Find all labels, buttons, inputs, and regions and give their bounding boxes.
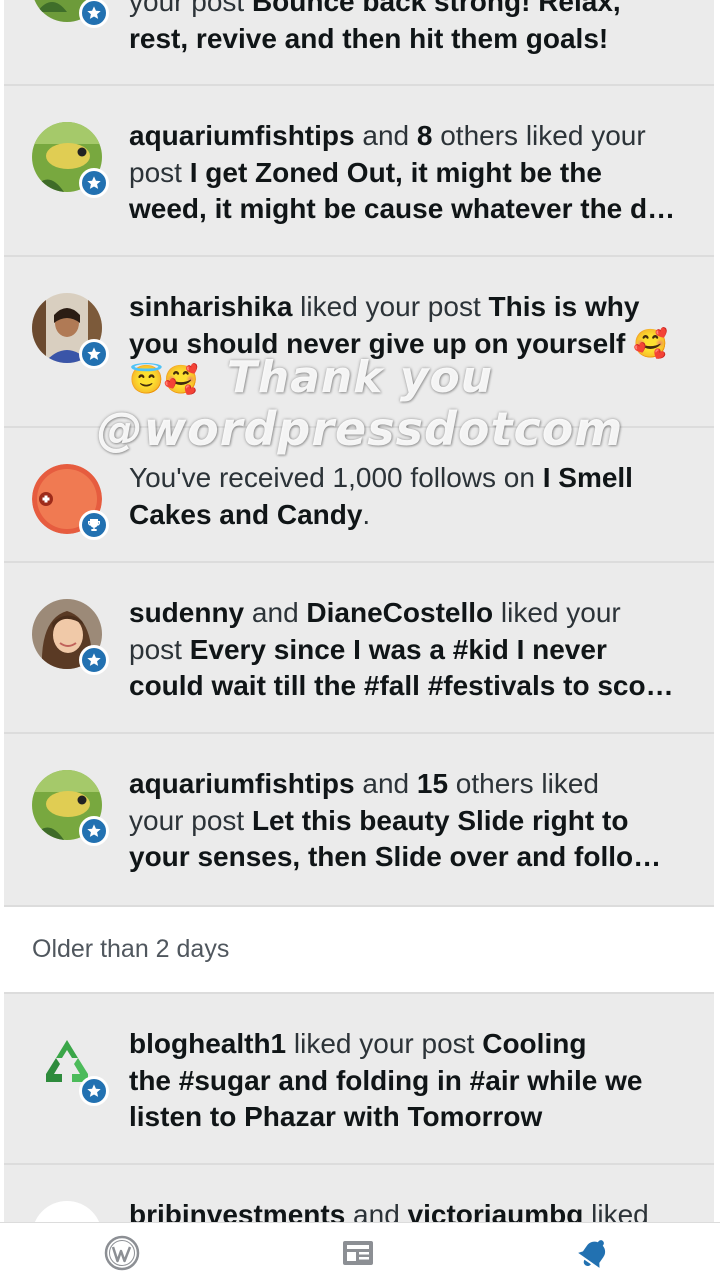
notification-text: bribinvestments and victoriaumbg liked — [129, 1197, 699, 1222]
star-badge-icon — [79, 816, 109, 846]
bottom-nav — [0, 1222, 720, 1280]
nav-notifications[interactable] — [574, 1233, 614, 1273]
line: Cakes and Candy. — [129, 498, 371, 530]
star-badge-icon — [79, 168, 109, 198]
line: the #sugar and folding in #air while we — [129, 1064, 643, 1096]
line: post I get Zoned Out, it might be the — [129, 156, 602, 188]
line: post Every since I was a #kid I never — [129, 633, 607, 665]
notification-text: your post Bounce back strong! Relax, res… — [129, 0, 699, 57]
avatar — [32, 0, 109, 28]
star-badge-icon — [79, 1076, 109, 1106]
line: rest, revive and then hit them goals! — [129, 22, 609, 54]
notification-text: aquariumfishtips and 15 others liked you… — [129, 766, 699, 876]
nav-my-site[interactable] — [102, 1233, 142, 1273]
line: aquariumfishtips and 8 others liked your — [129, 120, 646, 151]
notification-text: aquariumfishtips and 8 others liked your… — [129, 118, 699, 228]
watermark-line-2: @wordpressdotcom — [96, 402, 624, 456]
notification-item[interactable]: bribinvestments and victoriaumbg liked — [4, 1165, 714, 1222]
line: bribinvestments and victoriaumbg liked — [129, 1199, 649, 1222]
line: your post Let this beauty Slide right to — [129, 804, 629, 836]
nav-reader[interactable] — [338, 1233, 378, 1273]
line: your senses, then Slide over and follo… — [129, 841, 662, 872]
line: listen to Phazar with Tomorrow — [129, 1101, 543, 1132]
notification-item[interactable]: your post Bounce back strong! Relax, res… — [4, 0, 714, 86]
section-header-label: Older than 2 days — [32, 935, 230, 963]
star-badge-icon — [79, 0, 109, 28]
avatar — [32, 599, 109, 675]
notification-item[interactable]: sudenny and DianeCostello liked your pos… — [4, 563, 714, 734]
avatar — [32, 1201, 102, 1222]
notification-item[interactable]: aquariumfishtips and 15 others liked you… — [4, 734, 714, 907]
line: could wait till the #fall #festivals to … — [129, 670, 674, 701]
notification-text: You've received 1,000 follows on I Smell… — [129, 460, 699, 533]
star-badge-icon — [79, 645, 109, 675]
avatar — [32, 1030, 109, 1106]
notification-text: sudenny and DianeCostello liked your pos… — [129, 595, 699, 705]
line: weed, it might be cause whatever the d… — [129, 193, 676, 224]
line: bloghealth1 liked your post Cooling — [129, 1028, 587, 1059]
notifications-bell-icon — [578, 1240, 606, 1268]
trophy-badge-icon — [79, 510, 109, 540]
section-header-older: Older than 2 days — [4, 907, 714, 994]
notification-item[interactable]: bloghealth1 liked your post Cooling the … — [4, 994, 714, 1165]
line: sinharishika liked your post This is why — [129, 291, 640, 322]
follows-milestone-icon — [32, 464, 109, 540]
line: sudenny and DianeCostello liked your — [129, 597, 621, 628]
line: your post Bounce back strong! Relax, — [129, 0, 621, 17]
wordpress-logo-icon — [104, 1235, 140, 1271]
avatar — [32, 122, 109, 198]
watermark-line-1: Thank you — [226, 352, 494, 403]
notification-item[interactable]: aquariumfishtips and 8 others liked your… — [4, 86, 714, 257]
notifications-feed[interactable]: your post Bounce back strong! Relax, res… — [0, 0, 720, 1222]
notification-text: bloghealth1 liked your post Cooling the … — [129, 1026, 699, 1136]
reader-icon — [343, 1241, 373, 1265]
avatar — [32, 770, 109, 846]
line: You've received 1,000 follows on I Smell — [129, 462, 633, 493]
line: aquariumfishtips and 15 others liked — [129, 768, 599, 799]
